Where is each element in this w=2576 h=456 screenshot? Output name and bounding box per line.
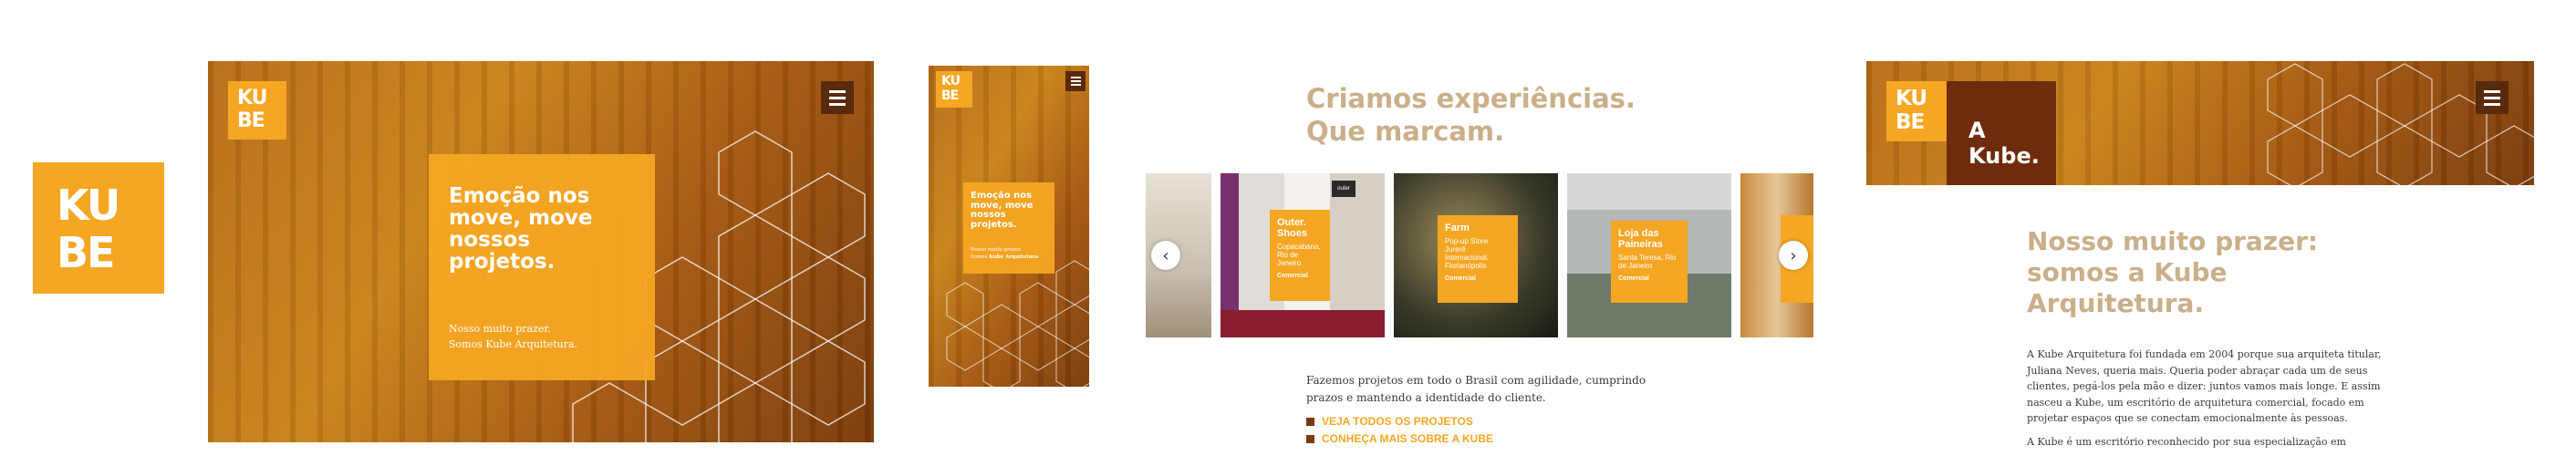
project-card[interactable]: Outer. Shoes Copacabana, Rio de Janeiro …	[1270, 210, 1330, 301]
header-logo[interactable]: KU BE	[936, 71, 972, 108]
header-logo[interactable]: KU BE	[228, 81, 286, 140]
link-about-kube-label: CONHEÇA MAIS SOBRE A KUBE	[1322, 432, 1494, 445]
about-paragraph-2: A Kube é um escritório reconhecido por s…	[2027, 436, 2346, 448]
project-card-kind: Comercial	[1445, 275, 1476, 282]
logo-text-bottom: BE	[941, 88, 959, 103]
project-card-location: Copacabana, Rio de Janeiro	[1277, 243, 1321, 267]
hero-title: Emoção nos move, move nossos projetos.	[971, 191, 1034, 230]
project-carousel: outer Outer. Shoes Copacabana, Rio de Ja…	[1146, 173, 1813, 337]
chevron-left-icon[interactable]: ‹	[1151, 241, 1180, 270]
logo-text-top: KU	[1896, 87, 1927, 110]
hero-subtitle-line2: Somos Kube Arquitetura.	[449, 337, 578, 350]
logo-text-top: KU	[941, 74, 961, 88]
project-card[interactable]: Loja das Paineiras Santa Teresa, Rio de …	[1611, 221, 1688, 303]
hero-subtitle-line1: Nosso muito prazer.	[449, 323, 551, 335]
link-about-kube[interactable]: CONHEÇA MAIS SOBRE A KUBE	[1306, 432, 1493, 445]
hero-subtitle: Nosso muito prazer. Somos Kube Arquitetu…	[971, 246, 1053, 262]
hero-subtitle-line1: Nosso muito prazer.	[971, 247, 1022, 253]
about-paragraph-1: A Kube Arquitetura foi fundada em 2004 p…	[2027, 348, 2382, 425]
about-heading-line3: Arquitetura.	[2027, 288, 2205, 319]
store-sign: outer	[1332, 181, 1356, 197]
about-heading-line1: Nosso muito prazer:	[2027, 226, 2319, 256]
about-banner: KU BE A Kube.	[1866, 61, 2534, 185]
logo-text-top: KU	[57, 181, 120, 230]
logo-text-bottom: BE	[57, 228, 116, 277]
hamburger-menu-icon[interactable]	[2476, 81, 2508, 114]
hero-message-box: Emoção nos move, move nossos projetos. N…	[429, 154, 655, 380]
link-all-projects-label: VEJA TODOS OS PROJETOS	[1322, 415, 1473, 428]
kube-logo: KU BE	[33, 162, 164, 294]
projects-heading-line1: Criamos experiências.	[1306, 83, 1636, 114]
chevron-right-icon[interactable]: ›	[1779, 241, 1808, 270]
logo-text-top: KU	[237, 87, 268, 109]
link-all-projects[interactable]: VEJA TODOS OS PROJETOS	[1306, 415, 1473, 428]
project-card-kind: Comercial	[1618, 275, 1649, 282]
desktop-hero: KU BE Emoção nos move, move nossos proje…	[208, 61, 874, 442]
projects-heading: Criamos experiências. Que marcam.	[1306, 82, 1636, 149]
bullet-square-icon	[1306, 434, 1314, 443]
bullet-square-icon	[1306, 417, 1314, 426]
hamburger-menu-icon[interactable]	[1065, 71, 1085, 91]
projects-description: Fazemos projetos em todo o Brasil com ag…	[1306, 374, 1646, 405]
hero-title: Emoção nos move, move nossos projetos.	[449, 184, 593, 275]
project-card-location: Santa Teresa, Rio de Janeiro	[1618, 254, 1677, 270]
project-card[interactable]: Farm Pop-up Store Jurerê Internacional, …	[1438, 215, 1518, 303]
mobile-hero: KU BE Emoção nos move, move nossos proje…	[929, 66, 1089, 387]
logo-text-bottom: BE	[237, 109, 265, 132]
header-logo[interactable]: KU BE	[1886, 81, 1947, 141]
about-banner-title-box: A Kube.	[1947, 81, 2056, 185]
about-heading: Nosso muito prazer: somos a Kube Arquite…	[2027, 226, 2318, 319]
project-card-title: Loja das Paineiras	[1618, 228, 1663, 250]
project-card-location: Pop-up Store Jurerê Internacional, Flori…	[1445, 237, 1490, 270]
logo-text-bottom: BE	[1896, 110, 1925, 134]
projects-heading-line2: Que marcam.	[1306, 116, 1505, 148]
project-card-kind: Comercial	[1277, 273, 1308, 279]
hero-subtitle-bold: Kube Arquitetura	[989, 254, 1039, 261]
hero-subtitle: Nosso muito prazer. Somos Kube Arquitetu…	[449, 322, 577, 352]
hamburger-menu-icon[interactable]	[821, 81, 854, 114]
project-card-title: Farm	[1445, 223, 1470, 233]
hero-message-box: Emoção nos move, move nossos projetos. N…	[963, 182, 1054, 274]
project-card-title: Outer. Shoes	[1277, 217, 1308, 239]
hero-subtitle-line2: Somos Kube Arquitetura	[971, 254, 1053, 261]
hero-subtitle-plain: Somos	[971, 254, 990, 261]
about-banner-title: A Kube.	[1968, 118, 2040, 169]
about-heading-line2: somos a Kube	[2027, 257, 2228, 288]
